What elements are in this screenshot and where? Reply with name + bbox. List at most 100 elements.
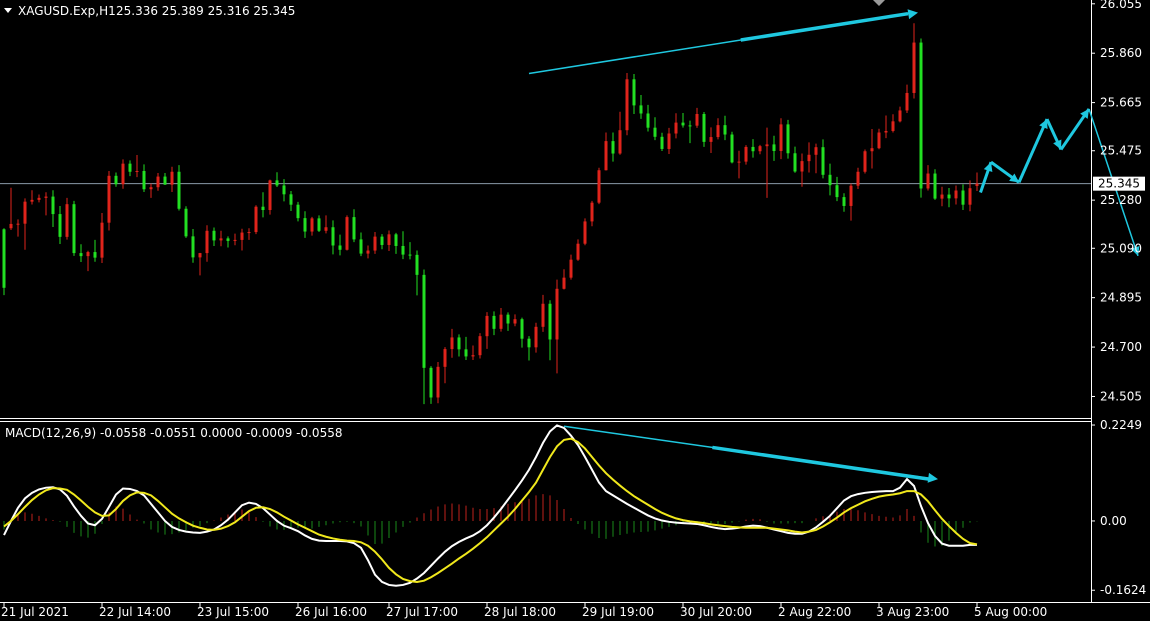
- candle-body: [30, 199, 34, 202]
- candle-body: [464, 349, 468, 357]
- candle: [569, 254, 573, 280]
- candle: [884, 115, 888, 139]
- macd-tick-label: -0.1624: [1100, 583, 1146, 597]
- macd-macd-line: [3, 424, 977, 587]
- candle-body: [954, 190, 958, 199]
- candle: [723, 115, 727, 141]
- candle: [289, 191, 293, 212]
- candle: [408, 242, 412, 260]
- price-tick-label: 25.090: [1100, 241, 1142, 255]
- candle-body: [261, 206, 265, 211]
- main-chart-pane[interactable]: [0, 9, 1140, 405]
- time-tick-label: 29 Jul 19:00: [582, 605, 654, 619]
- candle: [324, 215, 328, 234]
- candle-body: [149, 187, 153, 190]
- candle: [394, 232, 398, 254]
- candle: [919, 38, 923, 198]
- candle: [9, 187, 13, 231]
- price-tick-label: 25.475: [1100, 144, 1142, 158]
- time-tick-label: 3 Aug 23:00: [876, 605, 949, 619]
- candle: [954, 185, 958, 205]
- candle: [506, 312, 510, 331]
- candle-body: [562, 277, 566, 289]
- candle: [261, 192, 265, 218]
- candle: [114, 172, 118, 187]
- candle: [632, 73, 636, 114]
- price-tick-label: 24.895: [1100, 291, 1142, 305]
- price-tick-label: 25.280: [1100, 193, 1142, 207]
- candle: [233, 233, 237, 246]
- candle-body: [632, 79, 636, 106]
- price-tick-label: 25.860: [1100, 46, 1142, 60]
- candle: [142, 164, 146, 193]
- candle-body: [86, 252, 90, 257]
- macd-signal-line: [3, 437, 978, 583]
- scroll-marker-icon[interactable]: [873, 0, 885, 6]
- candle: [786, 119, 790, 159]
- candle: [443, 347, 447, 384]
- candle-body: [968, 188, 972, 205]
- dropdown-triangle-icon[interactable]: [4, 8, 12, 13]
- candle: [310, 216, 314, 236]
- candle: [51, 190, 55, 227]
- candle-body: [268, 180, 272, 211]
- candle-body: [16, 223, 20, 225]
- candle: [359, 232, 363, 257]
- candle: [534, 322, 538, 353]
- candle-body: [835, 185, 839, 198]
- candle-body: [415, 254, 419, 275]
- candle-body: [142, 171, 146, 190]
- candle: [793, 146, 797, 173]
- price-tick-label: 26.055: [1100, 0, 1142, 11]
- candle-body: [478, 336, 482, 356]
- candle: [576, 239, 580, 261]
- trend-arrowhead: [907, 9, 918, 20]
- candle-body: [93, 252, 97, 258]
- candle-body: [107, 175, 111, 223]
- candle: [877, 128, 881, 150]
- candle-body: [79, 253, 83, 257]
- candle: [905, 84, 909, 113]
- candle-body: [611, 141, 615, 154]
- candle-body: [100, 222, 104, 258]
- candle-body: [926, 173, 930, 189]
- candle-body: [191, 236, 195, 258]
- candle-body: [744, 146, 748, 162]
- candle-body: [975, 183, 979, 186]
- candle-body: [282, 185, 286, 195]
- candle-body: [527, 338, 531, 348]
- candle: [100, 213, 104, 263]
- candle-body: [779, 124, 783, 151]
- candle-body: [485, 315, 489, 337]
- candle-body: [933, 173, 937, 199]
- candle: [842, 193, 846, 212]
- candle: [513, 314, 517, 327]
- candle-body: [653, 127, 657, 137]
- candle-body: [373, 236, 377, 251]
- candle: [254, 205, 258, 235]
- candle: [800, 153, 804, 187]
- candle: [450, 328, 454, 358]
- candle: [821, 139, 825, 179]
- candle-body: [807, 154, 811, 162]
- macd-pane[interactable]: [3, 424, 978, 587]
- candle-body: [310, 218, 314, 232]
- candle: [478, 333, 482, 359]
- price-tick-label: 24.700: [1100, 340, 1142, 354]
- time-tick-label: 22 Jul 14:00: [99, 605, 171, 619]
- candle-body: [212, 230, 216, 241]
- candle: [653, 117, 657, 141]
- candle-body: [576, 243, 580, 260]
- candle-body: [233, 239, 237, 241]
- candle-body: [163, 176, 167, 185]
- symbol-title: XAGUSD.Exp,H1: [18, 4, 116, 18]
- candle-body: [961, 190, 965, 205]
- candle: [940, 186, 944, 207]
- candle: [590, 200, 594, 227]
- candle: [247, 228, 251, 240]
- candle: [716, 118, 720, 140]
- price-tick-label: 25.665: [1100, 96, 1142, 110]
- candle-body: [366, 250, 370, 254]
- candle: [541, 294, 545, 332]
- candle: [163, 173, 167, 185]
